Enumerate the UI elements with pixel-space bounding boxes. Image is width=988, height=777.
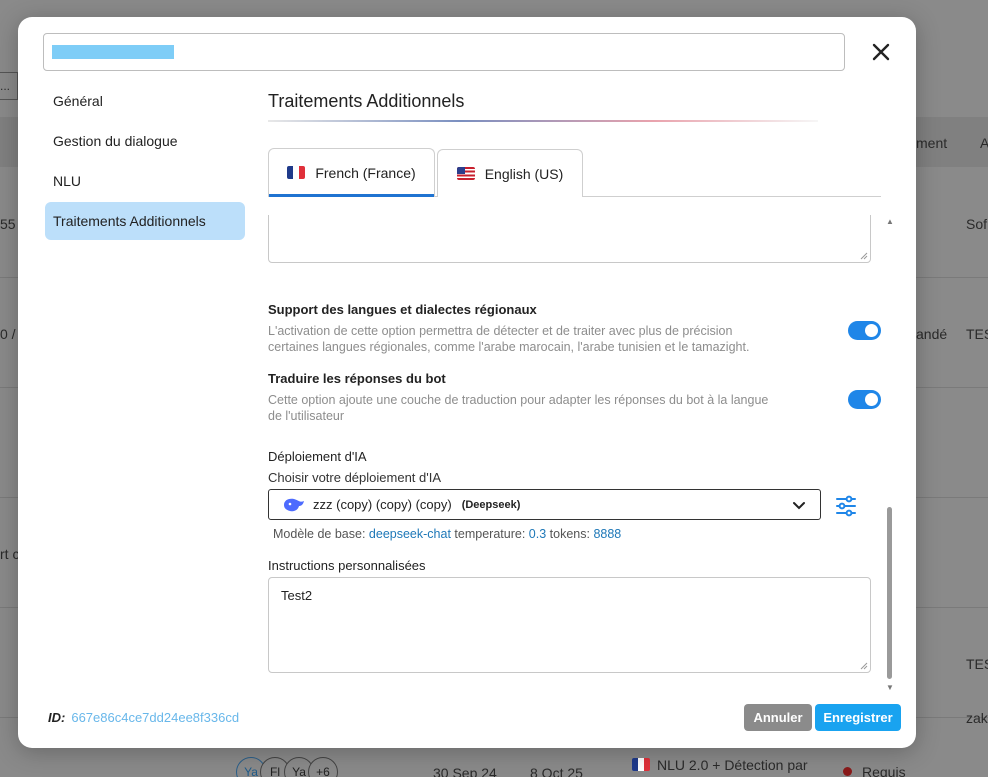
title-divider — [268, 120, 818, 122]
instructions-label: Instructions personnalisées — [268, 558, 426, 573]
tab-french[interactable]: French (France) — [268, 148, 435, 197]
bg-date: 30 Sep 24 — [433, 765, 497, 777]
sliders-icon[interactable] — [835, 495, 857, 517]
base-model-value: deepseek-chat — [368, 527, 451, 541]
bg-cell: TES — [966, 656, 988, 672]
option-translate-responses: Traduire les réponses du bot Cette optio… — [268, 371, 881, 424]
bg-status-dot — [843, 767, 852, 776]
ai-deployment-select[interactable]: zzz (copy) (copy) (copy) (Deepseek) — [268, 489, 821, 520]
tab-english[interactable]: English (US) — [437, 149, 583, 197]
ai-deployment-sublabel: Choisir votre déploiement d'IA — [268, 470, 442, 485]
bot-id-value: 667e86c4ce7dd24ee8f336cd — [71, 710, 240, 725]
close-button[interactable] — [868, 39, 894, 65]
tab-label: French (France) — [315, 164, 416, 181]
regional-dialects-toggle[interactable] — [848, 321, 881, 340]
option-regional-dialects: Support des langues et dialectes régiona… — [268, 302, 881, 355]
ai-provider: (Deepseek) — [461, 498, 521, 511]
bg-cell: Sof — [966, 216, 988, 232]
temperature-label: temperature: — [454, 527, 526, 541]
bg-cell: rt c — [0, 546, 20, 562]
bg-avatar-group: Ya Fl Ya +6 — [236, 757, 338, 777]
tokens-label: tokens: — [549, 527, 590, 541]
bg-date: 8 Oct 25 — [530, 765, 583, 777]
option-label: Traduire les réponses du bot — [268, 371, 446, 386]
save-button[interactable]: Enregistrer — [815, 704, 901, 731]
bot-id: ID: 667e86c4ce7dd24ee8f336cd — [48, 710, 239, 725]
scrollbar-thumb[interactable] — [887, 507, 892, 679]
ai-model-meta: Modèle de base: deepseek-chat temperatur… — [273, 527, 621, 541]
option-description: Cette option ajoute une couche de traduc… — [268, 393, 769, 423]
avatar: +6 — [308, 757, 338, 777]
instructions-textarea[interactable]: Test2 — [268, 577, 871, 673]
language-tabs: French (France) English (US) — [268, 148, 881, 197]
close-icon — [872, 43, 890, 61]
cancel-button[interactable]: Annuler — [744, 704, 812, 731]
bg-nlu-text: NLU 2.0 + Détection par — [657, 757, 808, 773]
deepseek-whale-icon — [284, 498, 304, 511]
selected-text-highlight — [52, 45, 174, 59]
base-model-label: Modèle de base: — [273, 527, 366, 541]
previous-textarea[interactable] — [268, 215, 871, 263]
content-scrollbar[interactable]: ▲ ▼ — [886, 217, 896, 692]
modal-sidebar: Général Gestion du dialogue NLU Traiteme… — [45, 82, 245, 242]
flag-fr-icon — [287, 166, 306, 179]
bg-text: ... — [0, 79, 11, 93]
translate-responses-toggle[interactable] — [848, 390, 881, 409]
sidebar-item-general[interactable]: Général — [45, 82, 245, 120]
ai-deployment-label: Déploiement d'IA — [268, 449, 367, 464]
bot-name-input[interactable] — [43, 33, 845, 71]
bg-status-text: Requis — [862, 764, 906, 777]
ai-selected-value: zzz (copy) (copy) (copy) — [313, 497, 452, 512]
temperature-value: 0.3 — [528, 527, 547, 541]
bg-header-text: A — [980, 135, 988, 151]
scroll-down-icon[interactable]: ▼ — [886, 683, 894, 692]
flag-us-icon — [456, 167, 475, 180]
bg-flag-fr-icon — [632, 758, 650, 771]
sidebar-item-dialogue[interactable]: Gestion du dialogue — [45, 122, 245, 160]
settings-modal: Général Gestion du dialogue NLU Traiteme… — [18, 17, 916, 748]
tokens-value: 8888 — [593, 527, 622, 541]
resize-handle-icon[interactable] — [860, 252, 868, 260]
option-description: L'activation de cette option permettra d… — [268, 324, 750, 354]
chevron-down-icon — [793, 502, 805, 510]
bg-header-text: ment — [916, 135, 948, 151]
bg-cell: andé — [916, 326, 948, 342]
bg-cell: TES — [966, 326, 988, 342]
option-label: Support des langues et dialectes régiona… — [268, 302, 537, 317]
page-title: Traitements Additionnels — [268, 91, 465, 111]
bot-id-label: ID: — [48, 710, 66, 725]
sidebar-item-nlu[interactable]: NLU — [45, 162, 245, 200]
settings-scroll-area[interactable]: Support des langues et dialectes régiona… — [268, 215, 898, 675]
resize-handle-icon[interactable] — [860, 662, 868, 670]
sidebar-item-additional-processing[interactable]: Traitements Additionnels — [45, 202, 245, 240]
scroll-up-icon[interactable]: ▲ — [886, 217, 894, 226]
bg-cell: zak — [966, 710, 988, 726]
bg-cell: 0 / — [0, 326, 16, 342]
tab-label: English (US) — [484, 165, 564, 182]
instructions-value: Test2 — [281, 588, 313, 603]
